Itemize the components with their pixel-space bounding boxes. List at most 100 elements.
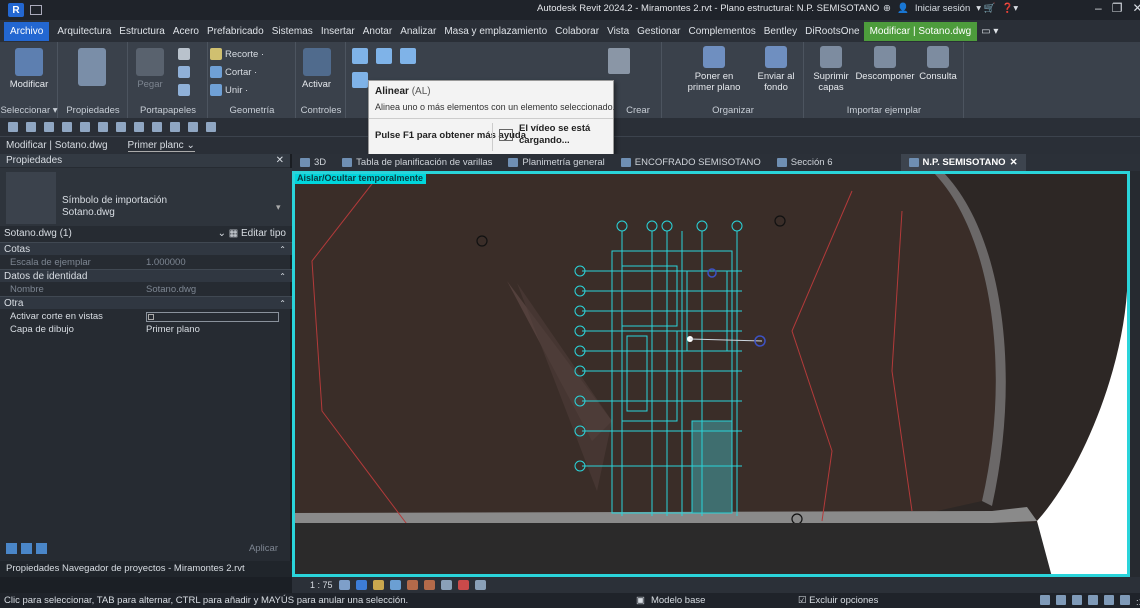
ribbon-tab[interactable]: DiRootsOne	[801, 26, 863, 37]
palette-tabs[interactable]: Propiedades Navegador de proyectos - Mir…	[0, 561, 292, 577]
ribbon-tab[interactable]: Bentley	[760, 26, 801, 37]
signin-area[interactable]: ⊕ 👤 Iniciar sesión ▾ 🛒 ❓▾	[883, 3, 1018, 14]
filter-icon[interactable]	[1120, 595, 1130, 605]
unlock-view-icon[interactable]	[440, 580, 452, 590]
select-underlay-icon[interactable]	[1056, 595, 1066, 605]
ribbon-tab[interactable]: Sistemas	[268, 26, 317, 37]
view-tab[interactable]: Sección 6	[769, 157, 841, 168]
print-icon[interactable]	[98, 122, 108, 132]
ribbon-tab[interactable]: Complementos	[685, 26, 760, 37]
select-pinned-icon[interactable]	[1072, 595, 1082, 605]
ribbon-tab[interactable]: Masa y emplazamiento	[440, 26, 551, 37]
query-button[interactable]: Consulta	[918, 46, 958, 82]
select-links-icon[interactable]	[1040, 595, 1050, 605]
exclude-options[interactable]: ☑ Excluir opciones	[798, 593, 878, 608]
drawing-area[interactable]: Aislar/Ocultar temporalmente	[292, 171, 1140, 577]
switch-windows-icon[interactable]	[206, 122, 216, 132]
revit-logo-icon[interactable]: R	[8, 3, 24, 17]
ribbon-tab[interactable]: Colaborar	[551, 26, 603, 37]
ribbon-tab[interactable]: Arquitectura	[53, 26, 115, 37]
crop-view-icon[interactable]	[406, 580, 418, 590]
close-icon[interactable]: ✕	[276, 154, 284, 167]
undo-icon[interactable]	[62, 122, 72, 132]
select-face-icon[interactable]	[1088, 595, 1098, 605]
ribbon-tab[interactable]: Archivo	[4, 21, 50, 41]
open-icon[interactable]	[8, 122, 18, 132]
help-icon[interactable]: ❓▾	[1002, 3, 1019, 14]
temp-hide-icon[interactable]	[457, 580, 469, 590]
vertical-scrollbar[interactable]	[1130, 171, 1140, 577]
shadows-icon[interactable]	[389, 580, 401, 590]
ribbon-tab[interactable]: Modificar | Sotano.dwg	[863, 21, 978, 41]
activate-button[interactable]: Activar	[302, 48, 331, 90]
dimension-icon[interactable]	[134, 122, 144, 132]
show-crop-icon[interactable]	[423, 580, 435, 590]
align-button[interactable]	[352, 48, 368, 64]
grid-icon[interactable]	[6, 543, 17, 554]
create-similar-icon[interactable]	[608, 48, 630, 74]
chevron-down-icon[interactable]: ▾	[276, 202, 281, 213]
property-value[interactable]: Primer plano	[146, 323, 200, 336]
cut-button[interactable]: Cortar ·	[210, 66, 257, 78]
collapse-icon[interactable]: ⌃	[279, 270, 286, 283]
cart-icon[interactable]: ▾ 🛒	[976, 3, 995, 14]
cut-in-views-checkbox[interactable]	[146, 312, 279, 322]
modify-button[interactable]: Modificar	[8, 48, 50, 90]
edit-type-button[interactable]: ⌄ ▦ Editar tipo	[218, 226, 286, 242]
apply-button[interactable]: Aplicar	[249, 543, 278, 554]
sort-desc-icon[interactable]	[36, 543, 47, 554]
minimize-icon[interactable]: –	[1095, 1, 1102, 15]
drag-select-icon[interactable]	[1104, 595, 1114, 605]
restore-icon[interactable]: ❐	[1112, 1, 1123, 15]
ribbon-tab[interactable]: Anotar	[359, 26, 396, 37]
offset-icon[interactable]	[376, 48, 392, 64]
signin-label[interactable]: Iniciar sesión	[915, 3, 970, 14]
ribbon-tab[interactable]: Vista	[603, 26, 633, 37]
close-tab-icon[interactable]: ✕	[1010, 157, 1018, 168]
close-icon[interactable]: ✕	[1132, 1, 1140, 15]
view-tab[interactable]: ENCOFRADO SEMISOTANO	[613, 157, 769, 168]
property-group[interactable]: Datos de identidad ⌃	[0, 269, 292, 282]
property-group[interactable]: Cotas ⌃	[0, 242, 292, 255]
model-selector[interactable]: ▣ Modelo base	[636, 593, 705, 608]
visual-style-icon[interactable]	[355, 580, 367, 590]
text-icon[interactable]	[152, 122, 162, 132]
binoculars-icon[interactable]: ⊕	[883, 3, 891, 14]
join-button[interactable]: Unir ·	[210, 84, 248, 96]
properties-button[interactable]	[78, 48, 106, 89]
property-group[interactable]: Otra ⌃	[0, 296, 292, 309]
sync-icon[interactable]	[44, 122, 54, 132]
ribbon-tab[interactable]: Insertar	[317, 26, 359, 37]
delete-layers-button[interactable]: Suprimir capas	[808, 46, 854, 93]
view-tab[interactable]: 3D	[292, 157, 334, 168]
paste-button[interactable]: Pegar	[136, 48, 164, 90]
collapse-icon[interactable]: ⌃	[279, 297, 286, 310]
redo-icon[interactable]	[80, 122, 90, 132]
file-icon[interactable]	[30, 5, 42, 15]
scale-label[interactable]: 1 : 75	[310, 580, 333, 590]
sun-path-icon[interactable]	[372, 580, 384, 590]
match-icon[interactable]	[178, 84, 190, 96]
decompose-button[interactable]: Descomponer	[855, 46, 915, 82]
ribbon-tab[interactable]: Analizar	[396, 26, 440, 37]
ribbon-toggle-icon[interactable]: ▭ ▾	[977, 26, 1002, 37]
mirror-icon[interactable]	[400, 48, 416, 64]
ribbon-tab[interactable]: Gestionar	[633, 26, 684, 37]
select-panel-label[interactable]: Seleccionar ▾	[0, 105, 58, 116]
ribbon-tab[interactable]: Prefabricado	[203, 26, 268, 37]
checkbox-box[interactable]	[148, 314, 154, 320]
cut-profile-button[interactable]: Recorte ·	[210, 48, 264, 60]
view-tab[interactable]: N.P. SEMISOTANO ✕	[900, 154, 1026, 171]
bring-front-button[interactable]: Poner en primer plano	[680, 46, 748, 93]
view-tab[interactable]: Planimetría general	[500, 157, 612, 168]
sort-icon[interactable]	[21, 543, 32, 554]
section-icon[interactable]	[188, 122, 198, 132]
scissors-icon[interactable]	[178, 48, 190, 60]
save-icon[interactable]	[26, 122, 36, 132]
move-icon[interactable]	[352, 72, 368, 88]
copy-icon[interactable]	[178, 66, 190, 78]
reveal-hidden-icon[interactable]	[474, 580, 486, 590]
home-icon[interactable]	[170, 122, 180, 132]
measure-icon[interactable]	[116, 122, 126, 132]
view-tab[interactable]: Tabla de planificación de varillas	[334, 157, 500, 168]
